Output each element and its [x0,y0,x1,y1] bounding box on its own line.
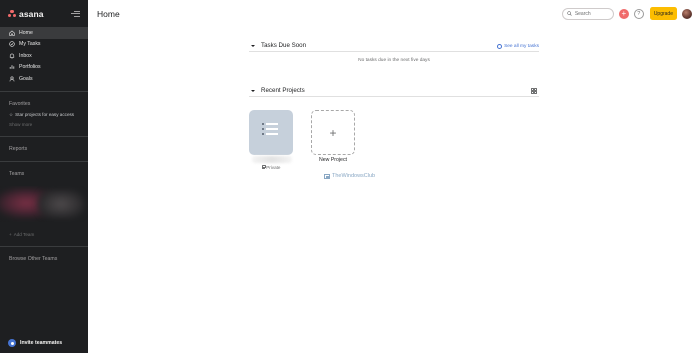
top-bar-actions: Search + ? Upgrade [561,7,692,20]
sidebar: asana Home My Tasks Inbox Portfolios Goa… [0,0,88,353]
sidebar-header: asana [0,0,88,27]
sidebar-item-inbox[interactable]: Inbox [0,50,88,62]
sidebar-item-label: My Tasks [19,41,41,48]
lock-icon [261,165,266,170]
watermark: TheWindowsClub [324,173,375,179]
tasks-due-soon-header[interactable]: Tasks Due Soon [249,40,539,52]
grid-view-icon[interactable] [531,88,537,94]
search-icon [567,11,572,16]
search-input[interactable]: Search [561,7,614,20]
plus-icon: + [9,232,12,237]
window-icon [324,173,330,179]
sidebar-divider [0,160,88,162]
sidebar-item-label: Goals [19,75,33,82]
upgrade-button[interactable]: Upgrade [649,7,677,20]
favorites-hint: ☆ Star projects for easy access [0,110,88,120]
caret-down-icon[interactable] [251,89,255,92]
sidebar-item-label: Home [19,29,33,36]
avatar[interactable] [682,8,692,19]
sidebar-item-label: Inbox [19,52,32,59]
page-title: Home [97,8,120,19]
home-icon [9,30,15,36]
logo-text: asana [19,8,44,19]
asana-logo-icon [8,10,16,17]
recent-projects-section: Recent Projects [249,85,539,97]
invite-icon [8,339,16,347]
see-all-my-tasks-link[interactable]: See all my tasks [497,40,539,52]
person-icon [9,76,15,82]
sidebar-item-my-tasks[interactable]: My Tasks [0,39,88,51]
collapse-sidebar-icon[interactable] [71,10,80,17]
show-more-link[interactable]: Show more [0,120,88,130]
bar-chart-icon [9,64,15,70]
sidebar-divider [0,245,88,247]
add-team-button[interactable]: + Add Team [0,230,88,240]
section-title: Recent Projects [261,87,305,94]
plus-icon: + [329,125,337,140]
team-list-blurred[interactable] [0,186,88,222]
visibility-label: Private [266,165,281,170]
sidebar-divider [0,135,88,137]
sidebar-divider [0,90,88,92]
sidebar-item-label: Portfolios [19,64,41,71]
see-all-label: See all my tasks [504,43,539,49]
project-tile[interactable] [249,110,293,155]
recent-projects-header[interactable]: Recent Projects [249,85,539,97]
list-icon [262,123,280,140]
sidebar-item-portfolios[interactable]: Portfolios [0,62,88,74]
sidebar-item-goals[interactable]: Goals [0,73,88,85]
favorites-heading[interactable]: Favorites [0,98,88,110]
project-visibility: Private [249,165,293,170]
help-button[interactable]: ? [633,8,644,19]
plus-icon: + [621,8,627,18]
star-icon: ☆ [9,111,14,117]
new-project-button[interactable]: + [311,110,355,155]
empty-state-text: No tasks due in the next five days [358,58,430,63]
check-circle-icon [9,41,15,47]
asana-logo[interactable]: asana [8,9,44,19]
caret-down-icon[interactable] [251,44,255,47]
reports-heading[interactable]: Reports [0,143,88,155]
quick-add-button[interactable]: + [618,8,629,19]
check-circle-icon [497,43,503,49]
browse-other-teams-link[interactable]: Browse Other Teams [0,253,88,265]
search-placeholder: Search [574,10,591,17]
section-title: Tasks Due Soon [261,42,307,49]
new-project-label[interactable]: New Project [305,157,361,163]
favorites-hint-text: Star projects for easy access [15,112,75,117]
invite-teammates-button[interactable]: Invite teammates [0,333,88,353]
watermark-text: TheWindowsClub [332,173,376,179]
project-name-blurred[interactable] [252,156,292,163]
add-team-label: Add Team [13,232,35,237]
bell-icon [9,53,15,59]
tasks-due-soon-section: Tasks Due Soon See all my tasks No tasks… [249,40,539,63]
sidebar-item-home[interactable]: Home [0,27,88,39]
top-bar: Home Search + ? Upgrade [88,0,700,27]
invite-label: Invite teammates [20,340,63,346]
teams-heading[interactable]: Teams [0,168,88,180]
